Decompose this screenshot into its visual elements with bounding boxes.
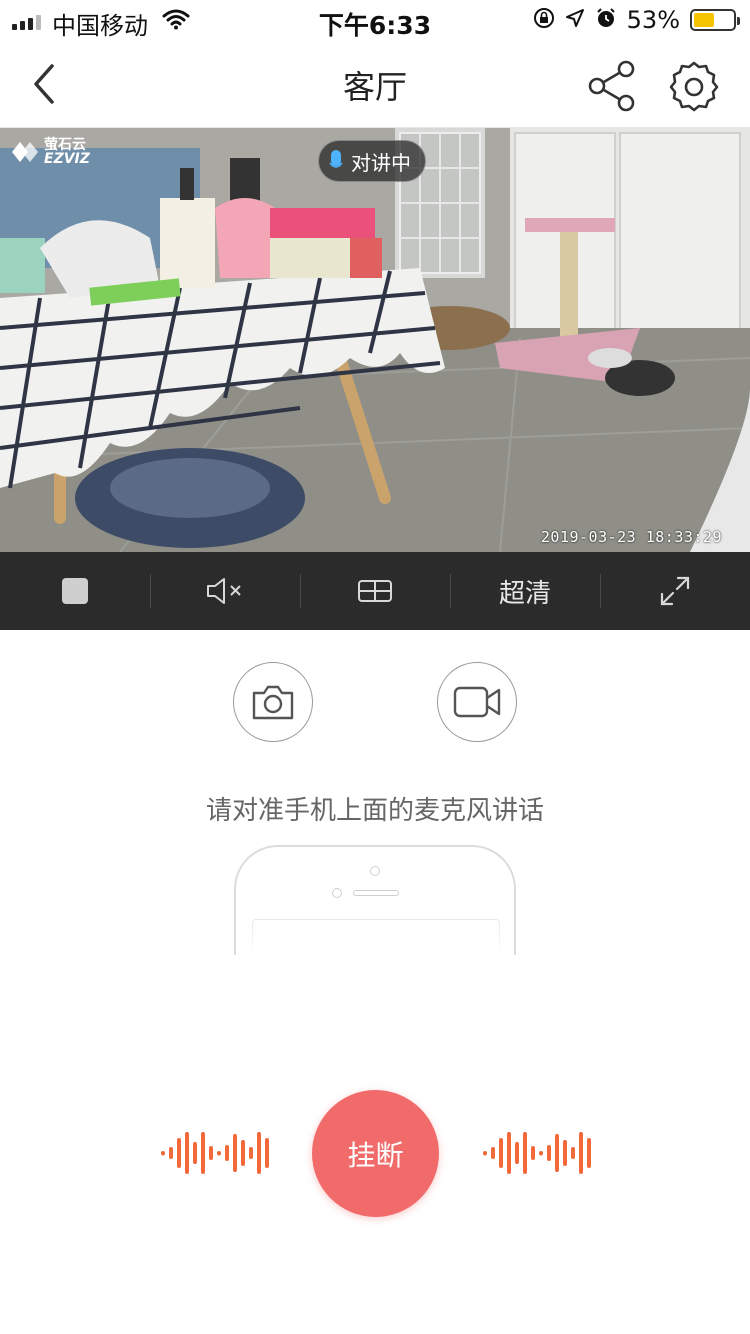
- status-right-group: 53%: [533, 6, 740, 34]
- ezviz-brand-en: EZVIZ: [44, 151, 90, 167]
- live-video-feed[interactable]: 萤石云 EZVIZ 对讲中 2019-03-23 18:33:29: [0, 128, 750, 552]
- status-bar: 中国移动 下午6:33 53%: [0, 0, 750, 40]
- audio-wave-left-icon: [161, 1132, 269, 1174]
- phone-fade: [236, 907, 514, 955]
- mute-button[interactable]: [150, 552, 300, 630]
- orientation-lock-icon: [533, 7, 555, 33]
- quality-button[interactable]: 超清: [450, 552, 600, 630]
- battery-fill: [694, 13, 715, 27]
- quality-label: 超清: [498, 578, 551, 609]
- ezviz-brand-cn: 萤石云: [44, 137, 86, 153]
- location-icon: [565, 8, 585, 32]
- grid-icon: [358, 580, 392, 602]
- record-video-button[interactable]: [437, 662, 517, 742]
- fullscreen-button[interactable]: [600, 552, 750, 630]
- ezviz-logo: 萤石云 EZVIZ: [10, 138, 90, 166]
- stop-button[interactable]: [0, 552, 150, 630]
- ezviz-logo-icon: [12, 142, 38, 162]
- settings-gear-icon: [669, 61, 719, 112]
- audio-wave-right-icon: [483, 1132, 591, 1174]
- intercom-status-badge: 对讲中: [318, 140, 426, 182]
- phone-sensor-dot: [332, 888, 342, 898]
- speaker-muted-icon: [207, 578, 241, 604]
- camera-scene-image: [0, 128, 750, 552]
- phone-speaker-slot: [353, 890, 399, 896]
- hangup-button[interactable]: 挂断: [312, 1090, 439, 1217]
- microphone-icon: [329, 150, 343, 168]
- stop-icon: [62, 578, 88, 604]
- alarm-icon: [595, 7, 617, 33]
- share-button[interactable]: [584, 58, 640, 114]
- intercom-status-label: 对讲中: [351, 150, 411, 175]
- fullscreen-icon: [660, 576, 690, 606]
- layout-button[interactable]: [300, 552, 450, 630]
- nav-bar: 客厅: [0, 40, 750, 128]
- camera-icon: [252, 685, 294, 720]
- video-record-icon: [453, 686, 501, 718]
- phone-camera-dot: [370, 866, 380, 876]
- hangup-label: 挂断: [347, 1138, 404, 1172]
- share-icon: [588, 60, 635, 112]
- snapshot-button[interactable]: [233, 662, 313, 742]
- settings-button[interactable]: [666, 58, 722, 114]
- battery-percent: 53%: [626, 6, 680, 34]
- video-control-bar: 超清: [0, 552, 750, 630]
- intercom-hint-text: 请对准手机上面的麦克风讲话: [205, 796, 544, 826]
- battery-icon: [690, 9, 740, 31]
- phone-illustration: [234, 845, 516, 955]
- video-timestamp: 2019-03-23 18:33:29: [540, 528, 722, 546]
